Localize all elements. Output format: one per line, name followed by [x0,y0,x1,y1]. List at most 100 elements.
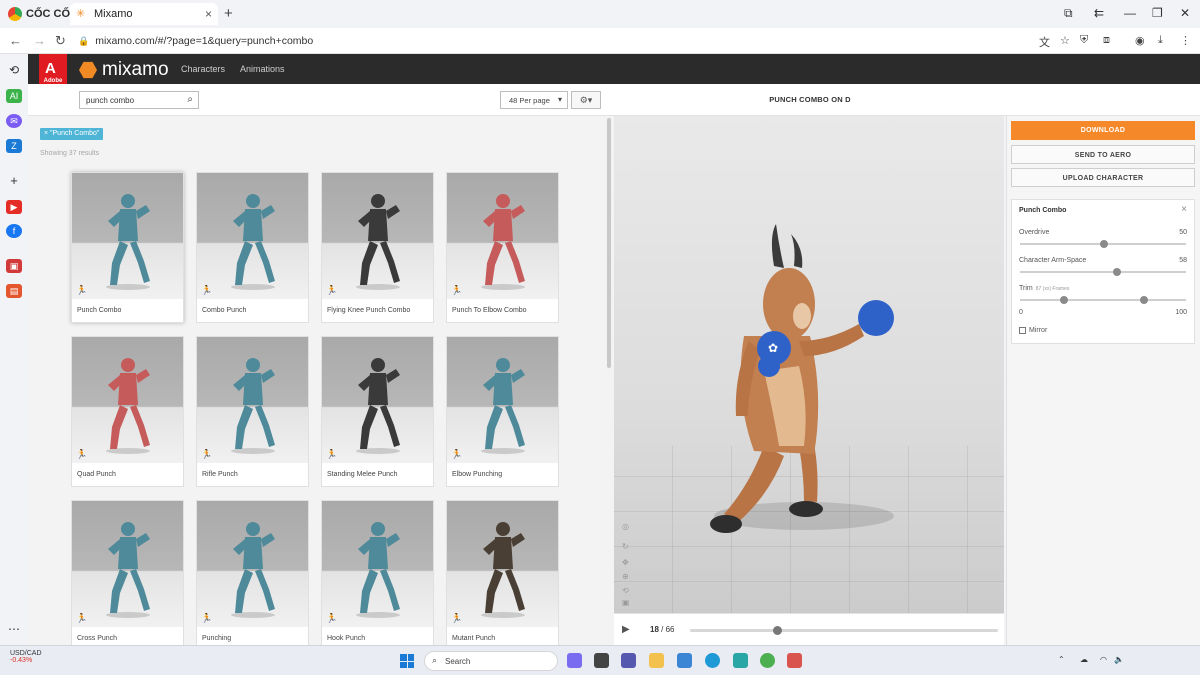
reset-view-icon[interactable]: ⟲ [622,586,629,595]
menu-icon[interactable]: ⋮ [1180,34,1191,47]
animation-thumbnail[interactable]: 🏃 [447,501,558,627]
animation-thumbnail[interactable]: 🏃 [447,173,558,299]
zoom-view-icon[interactable]: ⊕ [622,572,629,581]
profile-icon[interactable]: ◉ [1135,34,1145,47]
add-shortcut-icon[interactable]: + [6,174,22,188]
shield-icon[interactable]: ⛨ [1080,34,1088,47]
app-icon[interactable] [787,653,802,668]
coccoc-taskbar-icon[interactable] [760,653,775,668]
animation-thumbnail[interactable]: 🏃 [447,337,558,463]
mirror-option[interactable]: Mirror [1019,327,1047,334]
nav-characters[interactable]: Characters [181,64,225,74]
animation-card[interactable]: 🏃 Rifle Punch [196,336,309,487]
search-input[interactable]: punch combo ⌕ [79,91,199,109]
start-button[interactable] [400,654,414,668]
back-history-icon[interactable]: ⇇ [1094,6,1104,20]
arm-space-slider-handle[interactable] [1113,268,1121,276]
animation-thumbnail[interactable]: 🏃 [72,173,183,299]
download-icon[interactable]: ⤓ [1158,34,1163,47]
settings-gear-button[interactable]: ⚙▾ [571,91,601,109]
tab-mixamo[interactable]: ✳ Mixamo × [70,3,218,25]
animation-thumbnail[interactable]: 🏃 [197,173,308,299]
screenshot-icon[interactable]: ⧉ [1064,6,1073,21]
history-icon[interactable]: ⟲ [6,63,22,77]
maya-app-icon[interactable] [733,653,748,668]
copilot-app-icon[interactable] [567,653,582,668]
filter-tag[interactable]: × "Punch Combo" [40,128,104,140]
translate-icon[interactable]: 文 [1039,34,1050,50]
youtube-icon[interactable]: ▶ [6,200,22,214]
close-tab-icon[interactable]: × [205,7,212,21]
timeline-handle[interactable] [773,626,782,635]
messenger-icon[interactable]: ✉ [6,114,22,128]
animation-card[interactable]: 🏃 Combo Punch [196,172,309,323]
back-icon[interactable]: ← [9,33,22,48]
camera-icon[interactable]: ▣ [622,598,630,607]
animation-thumbnail[interactable]: 🏃 [322,501,433,627]
more-icon[interactable]: ⋯ [6,622,22,636]
trim-slider[interactable] [1020,296,1186,304]
send-to-aero-button[interactable]: SEND TO AERO [1011,145,1195,164]
teams-icon[interactable] [621,653,636,668]
timeline-scrubber[interactable] [690,626,998,635]
arm-space-slider[interactable] [1020,268,1186,276]
weather-ticker[interactable]: USD/CAD -0.43% [10,650,42,664]
nav-animations[interactable]: Animations [240,64,285,74]
restore-icon[interactable]: ❐ [1152,6,1163,20]
overdrive-slider-handle[interactable] [1100,240,1108,248]
animation-card[interactable]: 🏃 Punch Combo [71,172,184,323]
animation-card[interactable]: 🏃 Punch To Elbow Combo [446,172,559,323]
animation-thumbnail[interactable]: 🏃 [322,173,433,299]
animation-thumbnail[interactable]: 🏃 [197,337,308,463]
animation-thumbnail[interactable]: 🏃 [322,337,433,463]
animation-card[interactable]: 🏃 Elbow Punching [446,336,559,487]
animation-thumbnail[interactable]: 🏃 [72,501,183,627]
edge-icon[interactable] [705,653,720,668]
download-button[interactable]: DOWNLOAD [1011,121,1195,140]
animation-card[interactable]: 🏃 Quad Punch [71,336,184,487]
trim-end-handle[interactable] [1140,296,1148,304]
trim-start-handle[interactable] [1060,296,1068,304]
file-explorer-icon[interactable] [649,653,664,668]
reload-icon[interactable]: ↻ [55,33,66,49]
scrollbar[interactable] [607,118,611,368]
overdrive-slider[interactable] [1020,240,1186,248]
animation-card[interactable]: 🏃 Mutant Punch [446,500,559,651]
close-window-icon[interactable]: ✕ [1180,6,1190,20]
animation-card[interactable]: 🏃 Standing Melee Punch [321,336,434,487]
3d-viewport[interactable]: ✿ ◎ ↻ ✥ ⊕ ⟲ ▣ [614,116,1004,613]
mixamo-logo[interactable]: mixamo [79,59,169,81]
extensions-icon[interactable]: ⧈ [1103,34,1110,47]
address-bar[interactable]: 🔒 mixamo.com/#/?page=1&query=punch+combo [78,32,1028,50]
tray-chevron-icon[interactable]: ⌃ [1058,655,1065,664]
shortcut-app-icon[interactable]: ▣ [6,259,22,273]
upload-character-button[interactable]: UPLOAD CHARACTER [1011,168,1195,187]
volume-icon[interactable]: 🔈 [1114,655,1124,664]
mirror-checkbox[interactable] [1019,327,1026,334]
minimize-icon[interactable]: — [1124,6,1136,20]
facebook-icon[interactable]: f [6,224,22,238]
animation-card[interactable]: 🏃 Cross Punch [71,500,184,651]
task-view-icon[interactable] [594,653,609,668]
camera-orbit-icon[interactable]: ◎ [622,522,629,531]
play-icon[interactable]: ▶ [622,624,630,635]
browser-logo[interactable]: CỐC CỐC [8,6,78,22]
store-icon[interactable] [677,653,692,668]
ai-chat-icon[interactable]: AI [6,89,22,103]
wifi-icon[interactable]: ◠ [1100,655,1107,664]
bookmark-star-icon[interactable]: ☆ [1060,34,1070,47]
pan-view-icon[interactable]: ✥ [622,558,629,567]
new-tab-icon[interactable]: + [224,5,233,22]
shortcut-news-icon[interactable]: ▤ [6,284,22,298]
zalo-icon[interactable]: Z [6,139,22,153]
taskbar-search[interactable]: ⌕ Search [424,651,558,671]
forward-icon[interactable]: → [33,33,46,48]
animation-card[interactable]: 🏃 Flying Knee Punch Combo [321,172,434,323]
onedrive-icon[interactable]: ☁ [1080,655,1088,664]
search-icon[interactable]: ⌕ [187,94,193,105]
animation-card[interactable]: 🏃 Punching [196,500,309,651]
animation-card[interactable]: 🏃 Hook Punch [321,500,434,651]
per-page-select[interactable]: 48 Per page ▾ [500,91,568,109]
rotate-view-icon[interactable]: ↻ [622,542,629,551]
animation-thumbnail[interactable]: 🏃 [197,501,308,627]
